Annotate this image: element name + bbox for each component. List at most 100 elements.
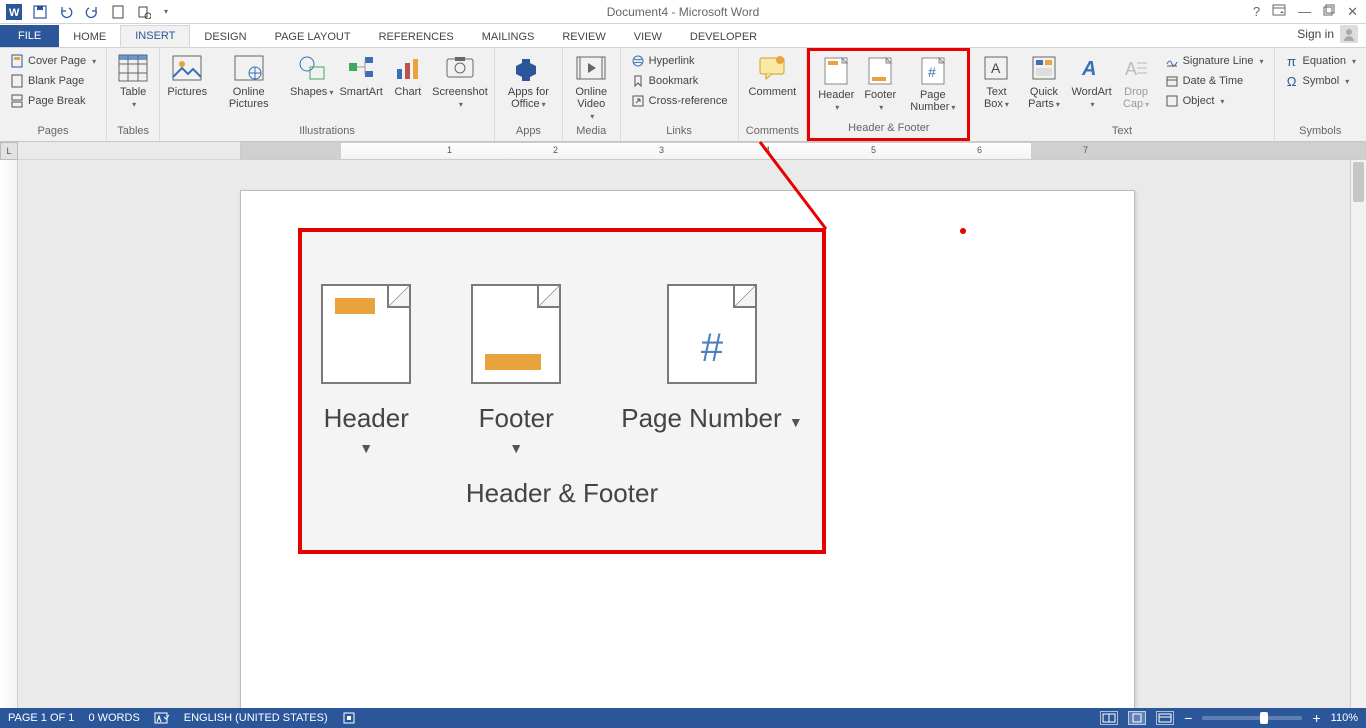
tab-insert[interactable]: INSERT [120, 25, 190, 47]
undo-icon[interactable] [58, 4, 74, 20]
online-video-button[interactable]: Online Video▾ [569, 50, 614, 125]
view-web-layout-icon[interactable] [1156, 711, 1174, 725]
vertical-scrollbar[interactable] [1350, 160, 1366, 708]
tab-references[interactable]: REFERENCES [365, 27, 468, 47]
zoom-header-button: Header ▼ [321, 284, 411, 456]
date-time-button[interactable]: Date & Time [1161, 72, 1268, 90]
cross-reference-icon [631, 94, 645, 108]
blank-page-icon [10, 74, 24, 88]
group-symbols: πEquation▾ ΩSymbol▾ Symbols [1275, 48, 1366, 141]
status-proofing-icon[interactable] [154, 711, 170, 725]
drop-cap-button[interactable]: ADrop Cap▾ [1116, 50, 1157, 113]
scroll-thumb[interactable] [1353, 162, 1364, 202]
status-macro-icon[interactable] [342, 711, 356, 725]
bookmark-button[interactable]: Bookmark [627, 72, 732, 90]
view-read-mode-icon[interactable] [1100, 711, 1118, 725]
status-page[interactable]: PAGE 1 OF 1 [8, 712, 74, 724]
zoom-slider[interactable] [1202, 716, 1302, 720]
maximize-icon[interactable] [1323, 4, 1335, 20]
new-doc-icon[interactable] [110, 4, 126, 20]
quick-access-toolbar: W ▾ [0, 4, 168, 20]
bookmark-icon [631, 74, 645, 88]
wordart-icon: A [1076, 52, 1108, 84]
video-icon [575, 52, 607, 84]
cover-page-button[interactable]: Cover Page▾ [6, 52, 100, 70]
page-break-button[interactable]: Page Break [6, 92, 100, 110]
close-icon[interactable]: ✕ [1347, 4, 1358, 20]
zoom-level[interactable]: 110% [1331, 712, 1358, 724]
annotation-dot [960, 228, 966, 234]
svg-text:A: A [991, 60, 1001, 76]
tab-page-layout[interactable]: PAGE LAYOUT [261, 27, 365, 47]
hyperlink-icon [631, 54, 645, 68]
group-label-media: Media [569, 125, 614, 141]
shapes-icon [296, 52, 328, 84]
chevron-down-icon: ▼ [509, 440, 523, 456]
tab-review[interactable]: REVIEW [548, 27, 619, 47]
window-title: Document4 - Microsoft Word [607, 5, 760, 19]
cross-reference-button[interactable]: Cross-reference [627, 92, 732, 110]
chart-icon [392, 52, 424, 84]
wordart-button[interactable]: AWordArt▾ [1072, 50, 1112, 113]
hyperlink-button[interactable]: Hyperlink [627, 52, 732, 70]
page-number-icon: # [917, 55, 949, 87]
comment-button[interactable]: Comment [745, 50, 801, 100]
footer-icon [864, 55, 896, 87]
group-label-header-footer: Header & Footer [816, 122, 961, 138]
shapes-button[interactable]: Shapes▾ [289, 50, 334, 101]
zoom-header-icon [321, 284, 411, 384]
page-number-button[interactable]: #Page Number▾ [904, 53, 961, 116]
tab-file[interactable]: FILE [0, 25, 59, 47]
svg-text:#: # [928, 64, 936, 80]
ribbon-insert: Cover Page▾ Blank Page Page Break Pages … [0, 48, 1366, 142]
table-button[interactable]: Table▾ [113, 50, 153, 113]
zoom-slider-handle[interactable] [1260, 712, 1268, 724]
group-label-comments: Comments [745, 125, 801, 141]
page-break-icon [10, 94, 24, 108]
blank-page-button[interactable]: Blank Page [6, 72, 100, 90]
group-label-links: Links [627, 125, 732, 141]
object-button[interactable]: Object▾ [1161, 92, 1268, 110]
ruler-row: L 1 2 3 4 5 6 7 [0, 142, 1366, 160]
tab-view[interactable]: VIEW [620, 27, 676, 47]
minimize-icon[interactable]: — [1298, 4, 1311, 20]
vertical-ruler[interactable] [0, 160, 18, 708]
footer-button[interactable]: Footer▾ [860, 53, 900, 116]
text-box-button[interactable]: AText Box▾ [976, 50, 1016, 113]
signature-line-button[interactable]: Signature Line▾ [1161, 52, 1268, 70]
smartart-button[interactable]: SmartArt [338, 50, 384, 100]
redo-icon[interactable] [84, 4, 100, 20]
status-language[interactable]: ENGLISH (UNITED STATES) [184, 712, 328, 724]
apps-button[interactable]: Apps for Office▾ [501, 50, 556, 113]
symbol-icon: Ω [1285, 74, 1299, 88]
save-icon[interactable] [32, 4, 48, 20]
tab-home[interactable]: HOME [59, 27, 120, 47]
zoom-out-button[interactable]: − [1184, 710, 1192, 726]
zoom-in-button[interactable]: + [1312, 710, 1320, 726]
tab-selector[interactable]: L [0, 142, 18, 160]
online-pictures-icon [233, 52, 265, 84]
pictures-button[interactable]: Pictures [166, 50, 208, 100]
quick-parts-button[interactable]: Quick Parts▾ [1020, 50, 1067, 113]
ribbon-options-icon[interactable] [1272, 4, 1286, 20]
header-button[interactable]: Header▾ [816, 53, 856, 116]
tab-developer[interactable]: DEVELOPER [676, 27, 771, 47]
qat-dropdown-icon[interactable]: ▾ [164, 7, 168, 16]
horizontal-ruler[interactable]: 1 2 3 4 5 6 7 [240, 142, 1366, 160]
equation-button[interactable]: πEquation▾ [1281, 52, 1360, 70]
chart-button[interactable]: Chart [388, 50, 428, 100]
tab-design[interactable]: DESIGN [190, 27, 260, 47]
screenshot-button[interactable]: Screenshot▾ [432, 50, 488, 113]
ribbon-tabs: FILE HOME INSERT DESIGN PAGE LAYOUT REFE… [0, 24, 1366, 48]
window-controls: ? — ✕ [1253, 4, 1366, 20]
sign-in[interactable]: Sign in [1289, 21, 1366, 47]
tab-mailings[interactable]: MAILINGS [468, 27, 549, 47]
view-print-layout-icon[interactable] [1128, 711, 1146, 725]
smartart-icon [345, 52, 377, 84]
print-preview-icon[interactable] [136, 4, 152, 20]
help-icon[interactable]: ? [1253, 4, 1260, 20]
group-comments: Comment Comments [739, 48, 808, 141]
symbol-button[interactable]: ΩSymbol▾ [1281, 72, 1360, 90]
online-pictures-button[interactable]: Online Pictures [212, 50, 284, 112]
status-words[interactable]: 0 WORDS [88, 712, 139, 724]
